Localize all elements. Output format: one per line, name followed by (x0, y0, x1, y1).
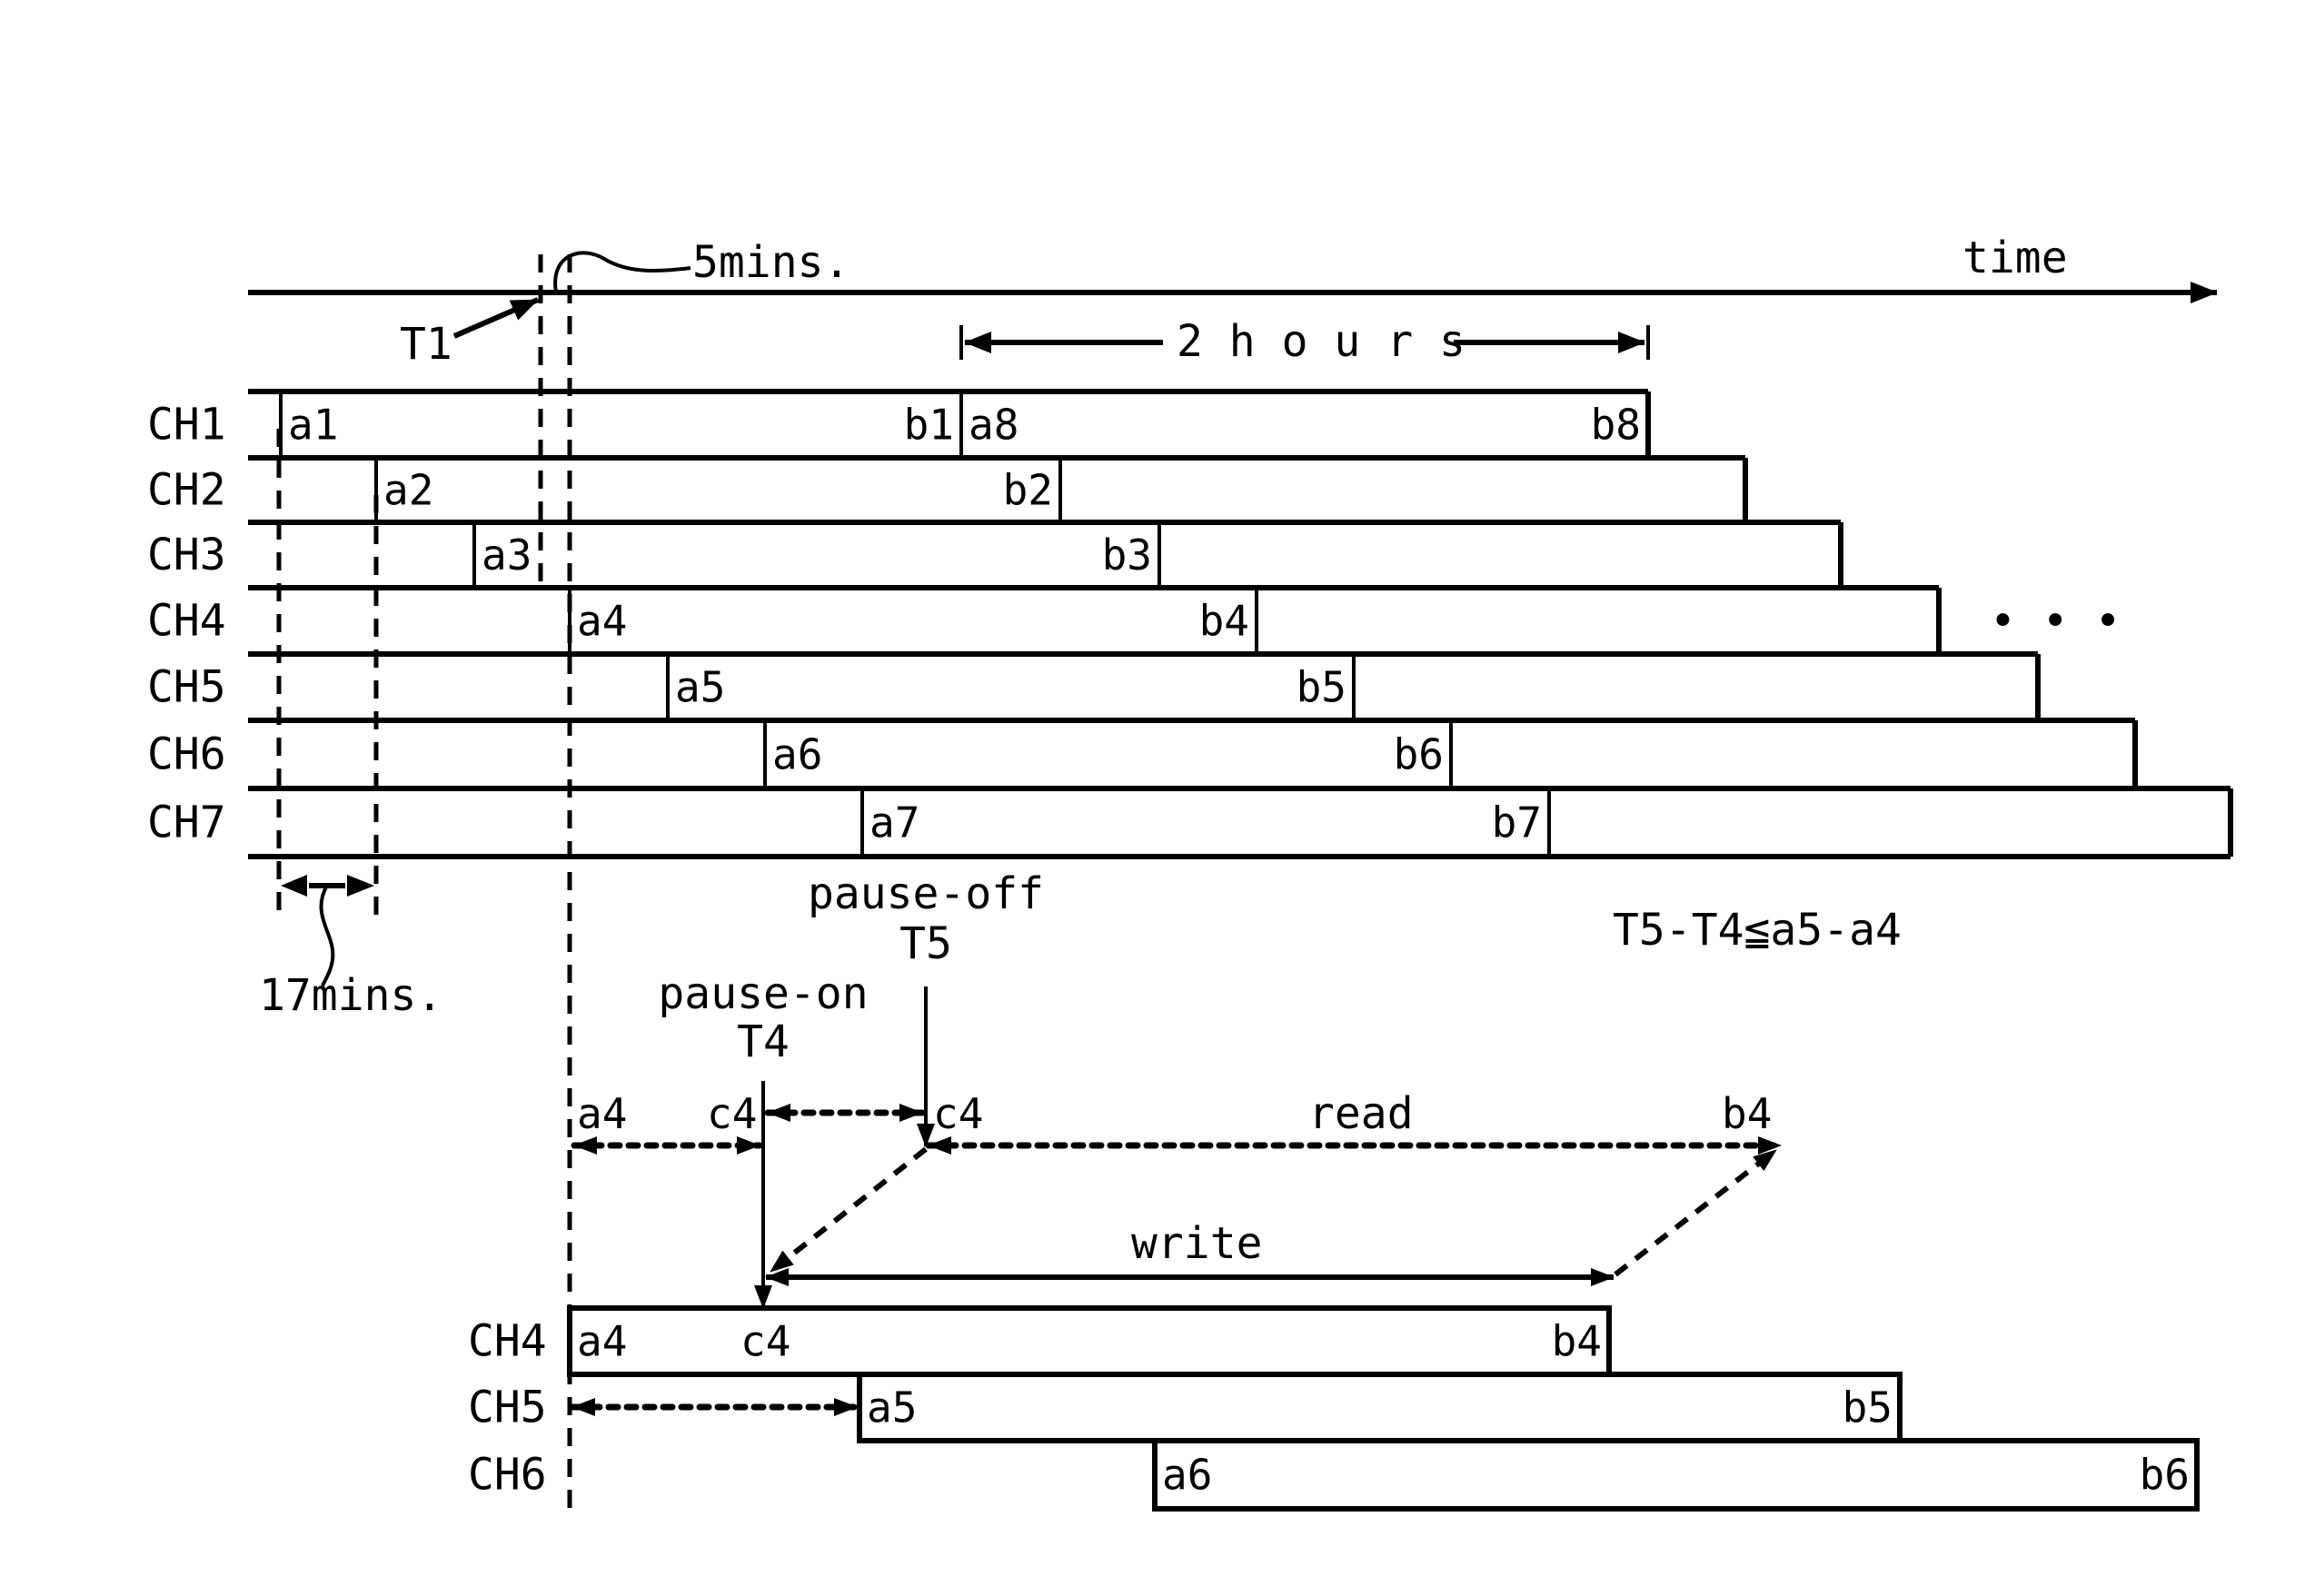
top-channel-rows: CH1 a1 b1 a8 b8 CH2 a2 b2 CH3 a3 b3 CH4 a4 b4 CH5 a5 b5 C… (147, 389, 2233, 859)
detail-c4-left-label: c4 (707, 1089, 757, 1138)
read-to-write-link-left (769, 1146, 928, 1274)
program-end-label: b3 (1102, 530, 1152, 580)
channel-label: CH2 (147, 465, 226, 516)
t1-label: T1 (400, 319, 452, 370)
program-start-label: a5 (867, 1383, 917, 1432)
pause-off-time: T5 (899, 918, 952, 969)
program-end-label: b5 (1843, 1383, 1893, 1432)
detail-c4-right-label: c4 (933, 1089, 983, 1138)
program-start-label: a4 (577, 1317, 627, 1366)
gap-label: 5mins. (692, 237, 849, 288)
program-start-label: a6 (772, 730, 822, 779)
condition-formula: T5-T4≦a5-a4 (1613, 905, 1902, 956)
channel-label: CH7 (147, 798, 226, 848)
more-channels-ellipsis: • • • (1990, 596, 2121, 647)
read-to-write-link-right (1614, 1147, 1778, 1277)
channel-label: CH5 (468, 1383, 547, 1433)
program-end-label: b4 (1199, 597, 1249, 646)
program-end-label: b6 (1394, 730, 1444, 779)
channel-label: CH5 (147, 662, 226, 713)
interval-label: 17mins. (259, 970, 442, 1021)
program-end-label: b2 (1003, 466, 1053, 515)
channel-label: CH3 (147, 530, 226, 580)
program-start-label: a5 (675, 663, 725, 712)
t1-arrow (452, 297, 540, 339)
program-bar (1152, 1438, 2200, 1512)
program-start-label: a7 (869, 798, 919, 848)
span-label: 2 h o u r s (1177, 316, 1466, 367)
program-start-label: a1 (288, 401, 338, 450)
interval-arrowhead-right (347, 875, 374, 897)
program-end-label: b4 (1552, 1317, 1602, 1366)
program-start-label: a3 (482, 530, 532, 580)
program-start-label: a6 (1162, 1451, 1212, 1500)
recording-timeline-diagram: time 5mins. T1 2 h o u r s CH1 a1 b1 a8 b8CH… (147, 233, 2233, 1517)
time-label: time (1962, 233, 2068, 283)
pause-point-label: c4 (740, 1317, 790, 1366)
program-end-label: b5 (1297, 663, 1346, 712)
program-end-label: b7 (1492, 798, 1542, 848)
channel-label: CH6 (147, 729, 226, 780)
program-start-label: a4 (577, 597, 627, 646)
channel-label: CH6 (468, 1450, 547, 1501)
detail-b4-label: b4 (1722, 1089, 1772, 1138)
program-bar (567, 1305, 1612, 1377)
pause-on-time: T4 (737, 1016, 790, 1067)
next-program-end-label: b8 (1591, 401, 1641, 450)
write-label: write (1131, 1218, 1263, 1269)
pause-off-label: pause-off (808, 868, 1044, 919)
program-end-label: b1 (904, 401, 954, 450)
channel-label: CH4 (147, 596, 226, 647)
gap-leader-curve (553, 251, 691, 293)
channel-label: CH4 (468, 1316, 547, 1367)
read-label: read (1308, 1088, 1414, 1139)
detail-a4-label: a4 (577, 1089, 627, 1138)
pause-on-label: pause-on (658, 968, 868, 1019)
next-program-start-label: a8 (969, 401, 1018, 450)
program-start-label: a2 (383, 466, 433, 515)
program-bar (857, 1372, 1903, 1443)
interval-arrowhead-left (281, 875, 307, 897)
program-end-label: b6 (2140, 1451, 2190, 1500)
channel-label: CH1 (147, 400, 226, 451)
